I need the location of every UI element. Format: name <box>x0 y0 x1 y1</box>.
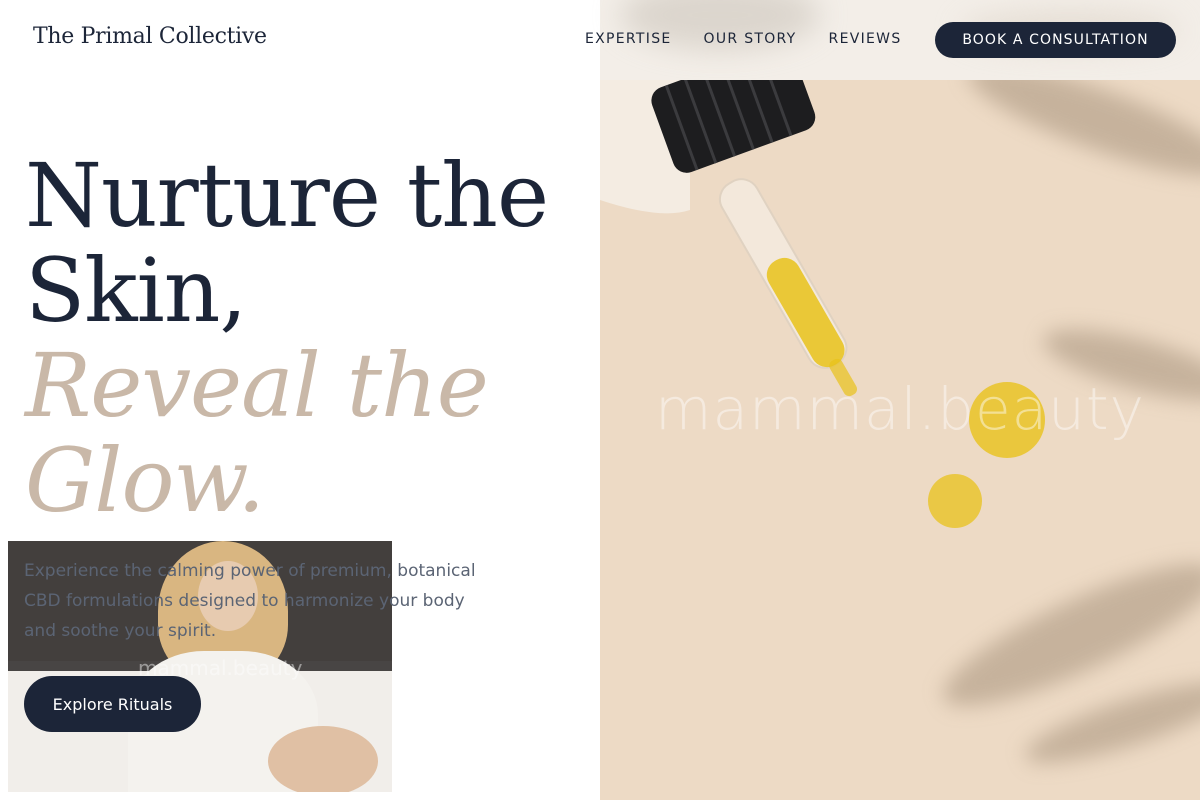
headline-line-3: Reveal the <box>25 334 489 437</box>
headline-line-1: Nurture the <box>25 144 549 247</box>
site-header: The Primal Collective EXPERTISE OUR STOR… <box>0 0 1200 80</box>
nav-link-reviews[interactable]: REVIEWS <box>829 31 902 47</box>
brand-logo[interactable]: The Primal Collective <box>33 24 267 49</box>
book-consultation-button[interactable]: BOOK A CONSULTATION <box>935 22 1176 58</box>
main-nav: EXPERTISE OUR STORY REVIEWS <box>585 31 934 47</box>
hero-image-dropper: mammal.beauty <box>600 80 1200 800</box>
hero-description: Experience the calming power of premium,… <box>24 561 476 641</box>
explore-rituals-button[interactable]: Explore Rituals <box>24 676 201 732</box>
oil-droplet <box>928 474 982 528</box>
nav-link-expertise[interactable]: EXPERTISE <box>585 31 672 47</box>
headline-line-2: Skin, <box>25 239 247 342</box>
woman-leg <box>268 726 378 792</box>
nav-link-our-story[interactable]: OUR STORY <box>704 31 797 47</box>
hero-headline: Nurture the Skin, Reveal the Glow. <box>25 144 549 532</box>
image-watermark: mammal.beauty <box>655 375 1145 443</box>
headline-line-4: Glow. <box>25 429 265 532</box>
dropper-cap <box>651 80 816 173</box>
glass-pipette <box>718 178 858 397</box>
